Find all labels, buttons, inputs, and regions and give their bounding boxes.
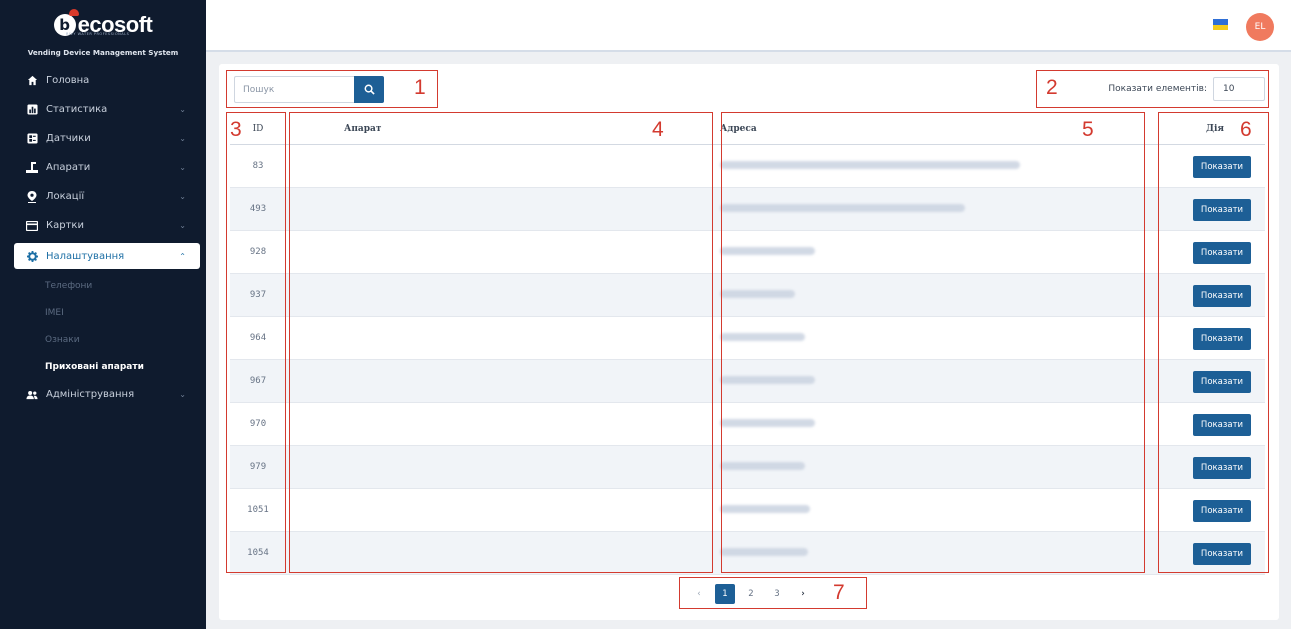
- annotation-label-4: 4: [652, 118, 664, 141]
- sidebar-item-settings[interactable]: Налаштування ⌃: [14, 243, 200, 269]
- users-icon: [26, 389, 38, 401]
- annotation-label-1: 1: [414, 76, 426, 99]
- sidebar-subitem-tags[interactable]: Ознаки: [0, 326, 206, 353]
- app-tagline: Vending Device Management System: [27, 48, 179, 57]
- chart-icon: [26, 104, 38, 116]
- chevron-down-icon: ⌄: [179, 105, 186, 114]
- logo-subtext: RIVY WATER PROFESSIONALS: [66, 32, 130, 36]
- user-avatar[interactable]: EL: [1246, 13, 1274, 41]
- sidebar-subitem-hidden-devices[interactable]: Приховані апарати: [0, 353, 206, 380]
- sidebar-subitem-imei[interactable]: IMEI: [0, 299, 206, 326]
- device-icon: [26, 162, 38, 174]
- chevron-down-icon: ⌄: [179, 390, 186, 399]
- annotation-box-4: [289, 112, 713, 573]
- sidebar-item-administration[interactable]: Адміністрування ⌄: [0, 380, 206, 409]
- top-bar: EL: [206, 0, 1291, 52]
- sidebar-item-home[interactable]: Головна: [0, 66, 206, 95]
- annotation-label-5: 5: [1082, 118, 1094, 141]
- sidebar-item-label: Налаштування: [46, 250, 125, 262]
- annotation-box-3: [226, 112, 286, 573]
- sidebar-item-label: Картки: [46, 220, 84, 231]
- gear-icon: [26, 250, 38, 262]
- sidebar-item-label: Статистика: [46, 104, 108, 115]
- chevron-down-icon: ⌄: [179, 192, 186, 201]
- ukraine-flag-icon[interactable]: [1213, 19, 1228, 30]
- annotation-label-6: 6: [1240, 118, 1252, 141]
- sensor-icon: [26, 133, 38, 145]
- annotation-box-6: [1158, 112, 1269, 573]
- sidebar-item-label: Адміністрування: [46, 389, 135, 400]
- annotation-label-3: 3: [230, 118, 242, 141]
- sidebar-item-cards[interactable]: Картки ⌄: [0, 211, 206, 240]
- annotation-label-2: 2: [1046, 76, 1058, 99]
- chevron-down-icon: ⌄: [179, 134, 186, 143]
- chevron-down-icon: ⌄: [179, 163, 186, 172]
- sidebar-subitem-phones[interactable]: Телефони: [0, 272, 206, 299]
- sidebar-item-devices[interactable]: Апарати ⌄: [0, 153, 206, 182]
- sidebar-item-locations[interactable]: Локації ⌄: [0, 182, 206, 211]
- annotation-label-7: 7: [833, 581, 845, 604]
- chevron-up-icon: ⌃: [179, 251, 186, 261]
- home-icon: [26, 75, 38, 87]
- sidebar: b ecosoft RIVY WATER PROFESSIONALS Vendi…: [0, 0, 206, 629]
- annotation-box-1: [226, 70, 438, 108]
- sidebar-item-label: Апарати: [46, 162, 91, 173]
- annotation-box-2: [1036, 70, 1269, 108]
- chevron-down-icon: ⌄: [179, 221, 186, 230]
- annotation-box-5: [721, 112, 1145, 573]
- card-icon: [26, 220, 38, 232]
- sidebar-item-label: Датчики: [46, 133, 91, 144]
- sidebar-item-label: Головна: [46, 75, 90, 86]
- logo[interactable]: b ecosoft RIVY WATER PROFESSIONALS: [0, 0, 206, 46]
- sidebar-item-statistics[interactable]: Статистика ⌄: [0, 95, 206, 124]
- sidebar-item-sensors[interactable]: Датчики ⌄: [0, 124, 206, 153]
- location-icon: [26, 190, 38, 203]
- sidebar-item-label: Локації: [46, 191, 85, 202]
- sidebar-nav: Головна Статистика ⌄ Датчики ⌄ Апарати ⌄: [0, 66, 206, 409]
